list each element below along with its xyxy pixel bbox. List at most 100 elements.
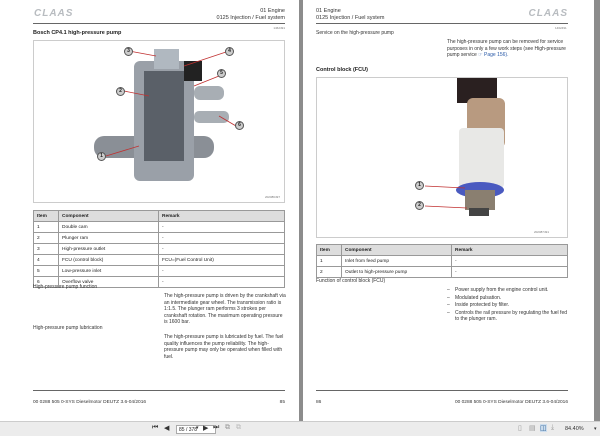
table-row: 3 High-pressure outlet -: [33, 243, 285, 255]
cell: -: [158, 265, 285, 277]
cell: FCU (control block): [58, 254, 159, 266]
list-item: Modulated pulsation.: [447, 295, 571, 302]
zoom-dropdown-icon[interactable]: ▾: [594, 426, 597, 432]
section: 0125 Injection / Fuel system: [316, 15, 385, 21]
header-component: Component: [58, 210, 159, 222]
lubrication-heading: High-pressure pump lubrication: [33, 325, 103, 331]
footer-rule: [316, 390, 568, 391]
callout-6: 6: [235, 121, 244, 130]
cell: Plunger ram: [58, 232, 159, 244]
fit-icon[interactable]: ⤓: [551, 424, 554, 432]
page-link[interactable]: ☞ Page 156).: [478, 52, 508, 58]
chapter: 01 Engine: [316, 8, 341, 14]
header-item: Item: [33, 210, 59, 222]
fcu-image: 1 2 202087491: [316, 77, 568, 238]
callout-3: 3: [124, 47, 133, 56]
cell: 1: [316, 255, 342, 267]
table-row: 2 Plunger ram -: [33, 232, 285, 244]
section: 0125 Injection / Fuel system: [216, 15, 285, 21]
page-dropdown-icon[interactable]: ▾: [196, 425, 199, 431]
page-number: 86: [316, 400, 322, 405]
footer-rule: [33, 390, 285, 391]
header-text: 01 Engine 0125 Injection / Fuel system: [217, 8, 285, 22]
cell: FCU=(Fuel Control Unit): [158, 254, 285, 266]
table-row: 1 Double cam -: [33, 221, 285, 233]
cell: Double cam: [58, 221, 159, 233]
cell: 5: [33, 265, 59, 277]
header-rule: [316, 23, 568, 24]
cell: High-pressure outlet: [58, 243, 159, 255]
list-item: Power supply from the engine control uni…: [447, 287, 571, 294]
page-number: 85: [279, 400, 285, 405]
table-row: 1 Inlet from feed pump -: [316, 255, 568, 267]
cell: Low-pressure inlet: [58, 265, 159, 277]
pump-image: 3 4 5 2 6 1 202086497: [33, 40, 285, 203]
header-component: Component: [341, 244, 452, 256]
table-row: 2 Outlet to high-pressure pump -: [316, 266, 568, 278]
cell: 4: [33, 254, 59, 266]
fcu-illustration: [424, 78, 505, 216]
continuous-page-icon[interactable]: ▤: [529, 424, 536, 432]
last-page-icon[interactable]: ⏭: [213, 424, 219, 432]
header-remark: Remark: [158, 210, 285, 222]
callout-5: 5: [217, 69, 226, 78]
cell: 2: [33, 232, 59, 244]
footer-doc: 00 0288 505 0-SYS Dieselmotor DEUTZ 3.6-…: [454, 400, 568, 405]
cell: -: [158, 221, 285, 233]
lubrication-text: The high-pressure pump is lubricated by …: [164, 334, 284, 360]
section-title: Control block (FCU): [316, 67, 368, 73]
first-page-icon[interactable]: ⏮: [152, 424, 158, 432]
left-page: CLAAS 01 Engine 0125 Injection / Fuel sys…: [0, 0, 299, 421]
right-page: 01 Engine 0125 Injection / Fuel system CL…: [303, 0, 594, 421]
claas-logo: CLAAS: [528, 8, 568, 19]
zoom-level[interactable]: 84.40%: [565, 426, 584, 432]
cell: Inlet from feed pump: [341, 255, 452, 267]
image-code: 202087491: [533, 230, 549, 234]
previous-page-icon[interactable]: ◀: [164, 424, 169, 432]
service-text: The high-pressure pump can be removed fo…: [447, 39, 569, 59]
cell: 3: [33, 243, 59, 255]
table-row: 4 FCU (control block) FCU=(Fuel Control Un…: [33, 254, 285, 266]
claas-logo: CLAAS: [34, 8, 74, 19]
cell: -: [158, 243, 285, 255]
header-rule: [33, 23, 285, 24]
header-text: 01 Engine 0125 Injection / Fuel system: [316, 8, 384, 22]
cell: 1: [33, 221, 59, 233]
list-item: Inside protected by filter.: [447, 302, 571, 309]
table-row: 5 Low-pressure inlet -: [33, 265, 285, 277]
viewer-toolbar: ⏮ ◀ 85 / 378 ▾ ▶ ⏭ ⧉ ⧉ ▯ ▤ ◫ ⤓ 84.40% ▾: [0, 421, 600, 436]
two-page-icon[interactable]: ◫: [540, 424, 547, 432]
cell: -: [451, 255, 568, 267]
doc-code: 1462491: [273, 26, 285, 30]
next-page-icon[interactable]: ▶: [203, 424, 208, 432]
single-page-icon[interactable]: ▯: [518, 424, 522, 432]
chapter: 01 Engine: [260, 8, 285, 14]
pump-illustration: [94, 49, 237, 181]
service-heading: Service on the high-pressure pump: [316, 30, 394, 36]
list-item: Controls the rail pressure by regulating…: [447, 310, 571, 323]
header-item: Item: [316, 244, 342, 256]
cell: -: [158, 276, 285, 288]
function-list: Power supply from the engine control uni…: [447, 287, 571, 324]
section-title: Bosch CP4.1 high-pressure pump: [33, 30, 122, 36]
cell: 2: [316, 266, 342, 278]
component-table: Item Component Remark 1 Inlet from feed pum…: [316, 244, 568, 278]
cell: Outlet to high-pressure pump: [341, 266, 452, 278]
cell: -: [158, 232, 285, 244]
function-heading: Function of control block (FCU): [316, 278, 386, 284]
function-heading: High-pressure pump function: [33, 284, 98, 290]
cell: -: [451, 266, 568, 278]
callout-4: 4: [225, 47, 234, 56]
callout-2: 2: [415, 201, 424, 210]
callout-1: 1: [415, 181, 424, 190]
page-view-icon[interactable]: ⧉: [225, 424, 230, 432]
image-code: 202086497: [264, 195, 280, 199]
footer-doc: 00 0288 505 0-SYS Dieselmotor DEUTZ 3.6-…: [33, 400, 147, 405]
callout-1: 1: [97, 152, 106, 161]
function-text: The high-pressure pump is driven by the …: [164, 293, 286, 325]
page-view-alt-icon[interactable]: ⧉: [236, 424, 241, 432]
callout-2: 2: [116, 87, 125, 96]
component-table: Item Component Remark 1 Double cam - 2 Plunge…: [33, 210, 285, 288]
doc-code: 1462491: [555, 26, 567, 30]
header-remark: Remark: [451, 244, 568, 256]
